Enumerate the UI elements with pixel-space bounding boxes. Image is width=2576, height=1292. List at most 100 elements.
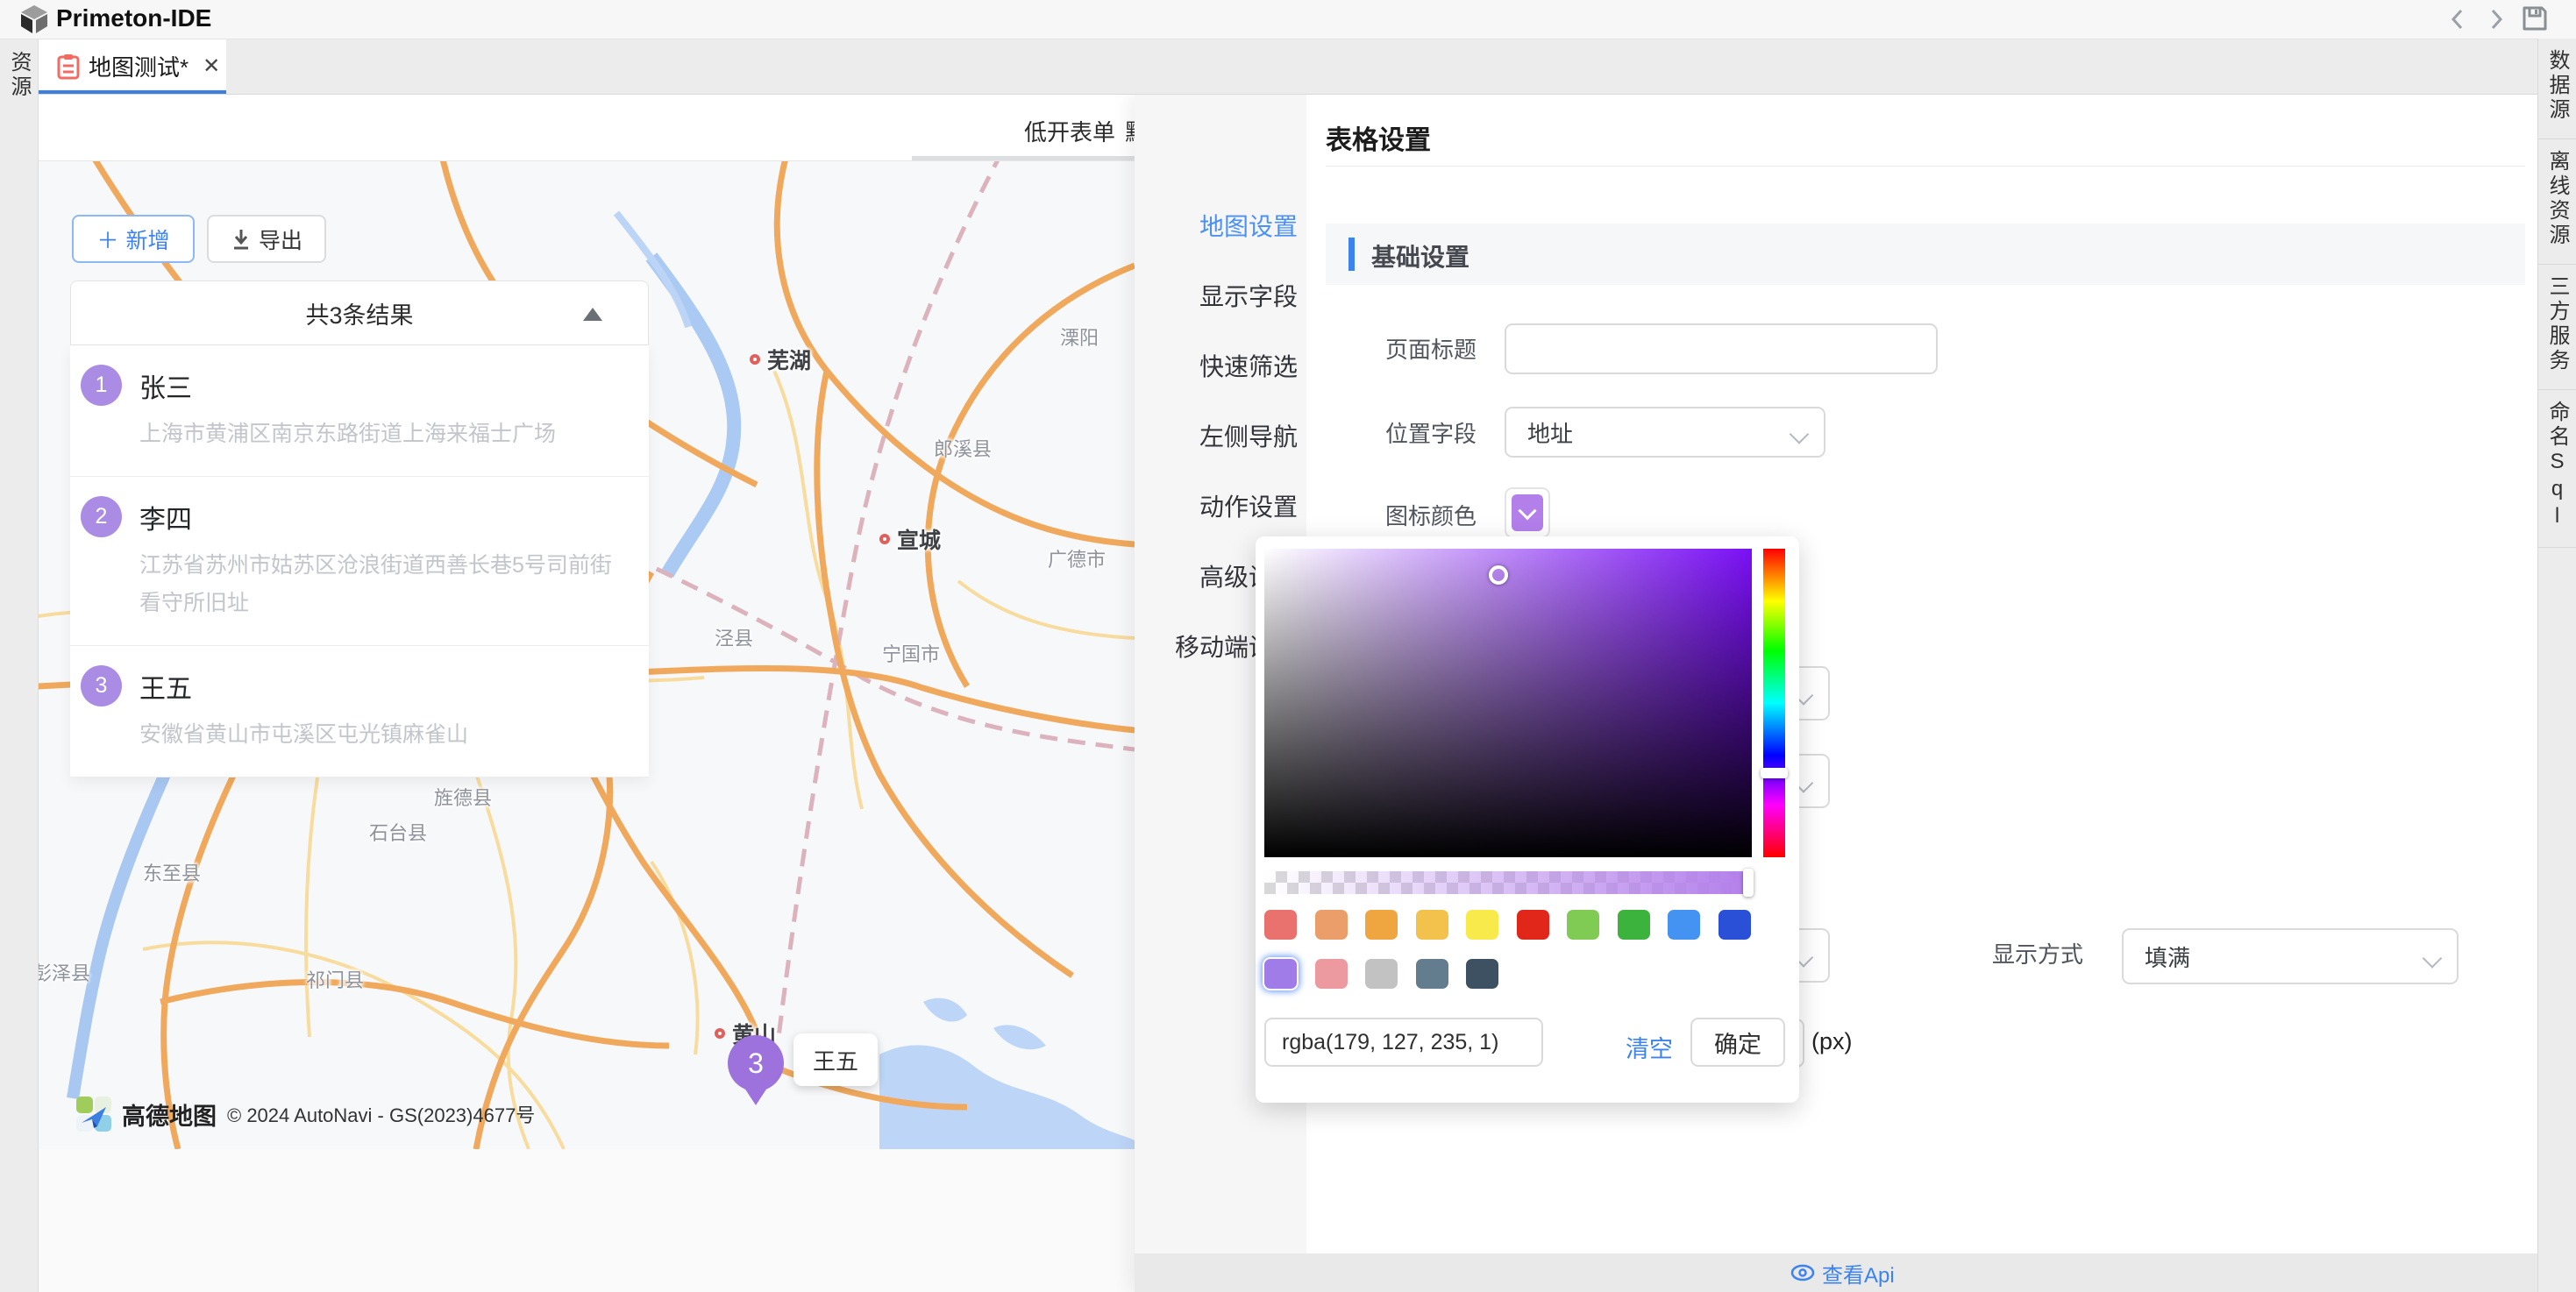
- preset-swatch[interactable]: [1416, 910, 1448, 940]
- tab-map-test[interactable]: 地图测试* ✕: [38, 39, 226, 94]
- map-label-dongzhi: 东至县: [143, 858, 201, 886]
- sidebar-item-resources[interactable]: 资源: [0, 51, 38, 100]
- preset-swatch[interactable]: [1264, 910, 1297, 940]
- map-attribution: 高德地图 © 2024 AutoNavi - GS(2023)4677号: [76, 1097, 535, 1132]
- preset-swatch-selected[interactable]: [1264, 959, 1297, 989]
- item-address: 江苏省苏州市姑苏区沧浪街道西善长巷5号司前街看守所旧址: [139, 547, 630, 622]
- preset-swatch[interactable]: [1719, 910, 1751, 940]
- divider: [1326, 166, 2525, 167]
- preset-swatch[interactable]: [1315, 959, 1348, 989]
- sidebar-item-named-sql[interactable]: 命名Sql: [2538, 390, 2576, 548]
- preset-swatch[interactable]: [1365, 959, 1398, 989]
- eye-icon: [1790, 1264, 1815, 1281]
- view-api-link[interactable]: 查看Api: [1790, 1258, 1895, 1288]
- tab-strip: 地图测试* ✕: [38, 39, 2538, 95]
- location-field-select[interactable]: 地址: [1505, 407, 1825, 458]
- confirm-button[interactable]: 确定: [1690, 1018, 1785, 1067]
- item-name: 张三: [139, 366, 556, 405]
- section-header: 基础设置: [1326, 224, 2525, 285]
- preset-swatch-row-2: [1264, 959, 1498, 989]
- item-name: 李四: [139, 498, 630, 536]
- saturation-area[interactable]: [1264, 549, 1752, 857]
- panel-title: 表格设置: [1326, 118, 1431, 157]
- sidebar-item-offline-resources[interactable]: 离线资源: [2538, 139, 2576, 265]
- panel-bottom-bar: 查看Api: [1135, 1253, 2538, 1292]
- preset-swatch[interactable]: [1416, 959, 1448, 989]
- preset-swatch[interactable]: [1365, 910, 1398, 940]
- menu-item-action-settings[interactable]: 动作设置: [1199, 488, 1298, 523]
- list-item[interactable]: 2 李四 江苏省苏州市姑苏区沧浪街道西善长巷5号司前街看守所旧址: [70, 477, 649, 646]
- list-item[interactable]: 1 张三 上海市黄浦区南京东路街道上海来福士广场: [70, 345, 649, 477]
- display-mode-label: 显示方式: [1992, 937, 2083, 969]
- map-marker-pin[interactable]: 3: [728, 1035, 784, 1091]
- list-item[interactable]: 3 王五 安徽省黄山市屯溪区屯光镇麻雀山: [70, 646, 649, 777]
- sidebar-item-datasource[interactable]: 数据源: [2538, 39, 2576, 139]
- color-value-input[interactable]: rgba(179, 127, 235, 1): [1264, 1018, 1543, 1067]
- left-sidebar: 资源: [0, 39, 39, 1292]
- px-suffix: (px): [1811, 1028, 1853, 1055]
- chevron-down-icon: [2423, 948, 2443, 969]
- page-title-label: 页面标题: [1385, 332, 1477, 365]
- item-badge: 2: [81, 496, 122, 537]
- preset-swatch[interactable]: [1466, 959, 1498, 989]
- display-mode-value: 填满: [2145, 941, 2190, 973]
- preset-swatch[interactable]: [1618, 910, 1650, 940]
- color-picker-popover: rgba(179, 127, 235, 1) 清空 确定: [1256, 536, 1799, 1103]
- result-summary-bar[interactable]: 共3条结果: [70, 280, 649, 345]
- clear-button[interactable]: 清空: [1626, 1030, 1673, 1064]
- designer-tab-lowcode-form[interactable]: 低开表单: [1024, 115, 1115, 147]
- sidebar-item-thirdparty-services[interactable]: 三方服务: [2538, 265, 2576, 390]
- export-button[interactable]: 导出: [207, 215, 326, 263]
- app-title: Primeton-IDE: [56, 4, 211, 32]
- preset-swatch[interactable]: [1315, 910, 1348, 940]
- map-label-ningguo: 宁国市: [882, 639, 940, 667]
- alpha-handle[interactable]: [1743, 869, 1754, 897]
- display-mode-select[interactable]: 填满: [2122, 928, 2459, 984]
- chevron-down-icon: [1790, 424, 1810, 444]
- map-label-xuancheng: 宣城: [879, 523, 941, 555]
- tab-close-icon[interactable]: ✕: [203, 53, 220, 79]
- amap-logo-icon: [76, 1097, 111, 1132]
- marker-tooltip: 王五: [793, 1033, 878, 1086]
- menu-item-display-fields[interactable]: 显示字段: [1199, 278, 1298, 313]
- page-title-input[interactable]: [1505, 323, 1938, 374]
- collapse-triangle-icon[interactable]: [583, 308, 602, 321]
- chevron-down-icon: [1518, 501, 1536, 520]
- save-icon[interactable]: [2520, 4, 2550, 33]
- add-button[interactable]: ＋新增: [72, 215, 195, 263]
- map-label-liyang: 溧阳: [1060, 323, 1099, 351]
- preset-swatch[interactable]: [1517, 910, 1549, 940]
- download-icon: [231, 228, 252, 251]
- active-tab-underline: [38, 90, 226, 94]
- location-field-label: 位置字段: [1385, 416, 1477, 449]
- document-icon: [57, 53, 80, 80]
- item-badge: 3: [81, 665, 122, 706]
- map-label-guangde: 广德市: [1048, 544, 1106, 572]
- menu-item-left-nav[interactable]: 左侧导航: [1199, 418, 1298, 453]
- result-summary: 共3条结果: [305, 296, 413, 330]
- map-label-qimen: 祁门县: [306, 965, 364, 993]
- preset-swatch[interactable]: [1567, 910, 1599, 940]
- menu-item-map-settings[interactable]: 地图设置: [1199, 208, 1298, 243]
- menu-item-quick-filter[interactable]: 快速筛选: [1199, 348, 1298, 383]
- designer-tab-strip: 低开表单 默: [38, 94, 1135, 161]
- map-label-shitai: 石台县: [369, 818, 427, 846]
- map-copyright: © 2024 AutoNavi - GS(2023)4677号: [227, 1100, 535, 1128]
- marker-number: 3: [748, 1047, 764, 1080]
- icon-color-label: 图标颜色: [1385, 499, 1477, 531]
- saturation-cursor[interactable]: [1489, 565, 1508, 585]
- right-sidebar: 数据源 离线资源 三方服务 命名Sql: [2537, 39, 2576, 1292]
- preset-swatch[interactable]: [1466, 910, 1498, 940]
- preset-swatch[interactable]: [1668, 910, 1700, 940]
- app-logo-icon: [18, 4, 51, 35]
- title-bar: Primeton-IDE: [0, 0, 2576, 39]
- alpha-slider[interactable]: [1264, 871, 1752, 894]
- amap-brand: 高德地图: [122, 1097, 217, 1132]
- map-label-wuhu: 芜湖: [750, 344, 811, 375]
- nav-forward-icon[interactable]: [2483, 5, 2509, 33]
- nav-back-icon[interactable]: [2444, 5, 2471, 33]
- icon-color-button[interactable]: [1505, 487, 1550, 538]
- hue-handle[interactable]: [1761, 768, 1788, 778]
- hue-slider[interactable]: [1763, 549, 1785, 857]
- result-list: 1 张三 上海市黄浦区南京东路街道上海来福士广场 2 李四 江苏省苏州市姑苏区沧…: [70, 345, 649, 777]
